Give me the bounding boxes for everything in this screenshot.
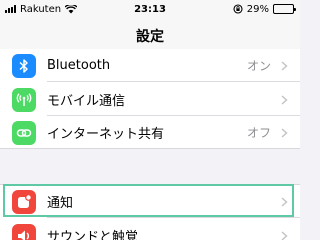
battery-icon: [273, 4, 296, 14]
chevron-right-icon: [281, 127, 288, 138]
status-bar: Rakuten 23:13 29%: [0, 0, 300, 18]
sound-icon: [12, 223, 36, 240]
wifi-icon: [65, 4, 78, 13]
settings-row-value: オフ: [246, 126, 271, 140]
chevron-right-icon: [281, 94, 288, 105]
settings-row-personal-hotspot[interactable]: インターネット共有 オフ: [0, 116, 300, 149]
status-left: Rakuten: [5, 3, 78, 15]
settings-row-value: オン: [246, 59, 271, 73]
settings-row-label: 通知: [47, 196, 74, 211]
notifications-icon: [12, 189, 36, 214]
row-divider: [47, 217, 300, 218]
bluetooth-icon: [12, 53, 36, 78]
chevron-right-icon: [281, 196, 288, 207]
status-right: 29%: [233, 3, 296, 15]
settings-row-label: モバイル通信: [47, 94, 126, 109]
battery-percent: 29%: [246, 3, 269, 15]
settings-row-mobile-data[interactable]: モバイル通信: [0, 83, 300, 116]
settings-group-notifications: 通知 サウンドと触覚: [0, 184, 300, 240]
settings-row-bluetooth[interactable]: Bluetooth オン: [0, 49, 300, 82]
carrier-name: Rakuten: [20, 3, 62, 15]
chevron-right-icon: [281, 60, 288, 71]
settings-row-sounds-haptics[interactable]: サウンドと触覚: [0, 219, 300, 240]
link-icon: [12, 120, 36, 145]
antenna-icon: [12, 87, 36, 112]
settings-row-label: Bluetooth: [47, 58, 111, 73]
rotation-lock-icon: [233, 4, 243, 14]
settings-group-connectivity: Bluetooth オン モバイル通信 インターネット共有 オフ: [0, 49, 300, 149]
settings-row-label: インターネット共有: [47, 127, 165, 142]
settings-row-label: サウンドと触覚: [47, 230, 139, 240]
signal-icon: [5, 5, 16, 13]
settings-row-notifications[interactable]: 通知: [0, 185, 300, 218]
row-divider: [47, 81, 300, 82]
page-title: 設定: [136, 28, 164, 45]
chevron-right-icon: [281, 230, 288, 240]
